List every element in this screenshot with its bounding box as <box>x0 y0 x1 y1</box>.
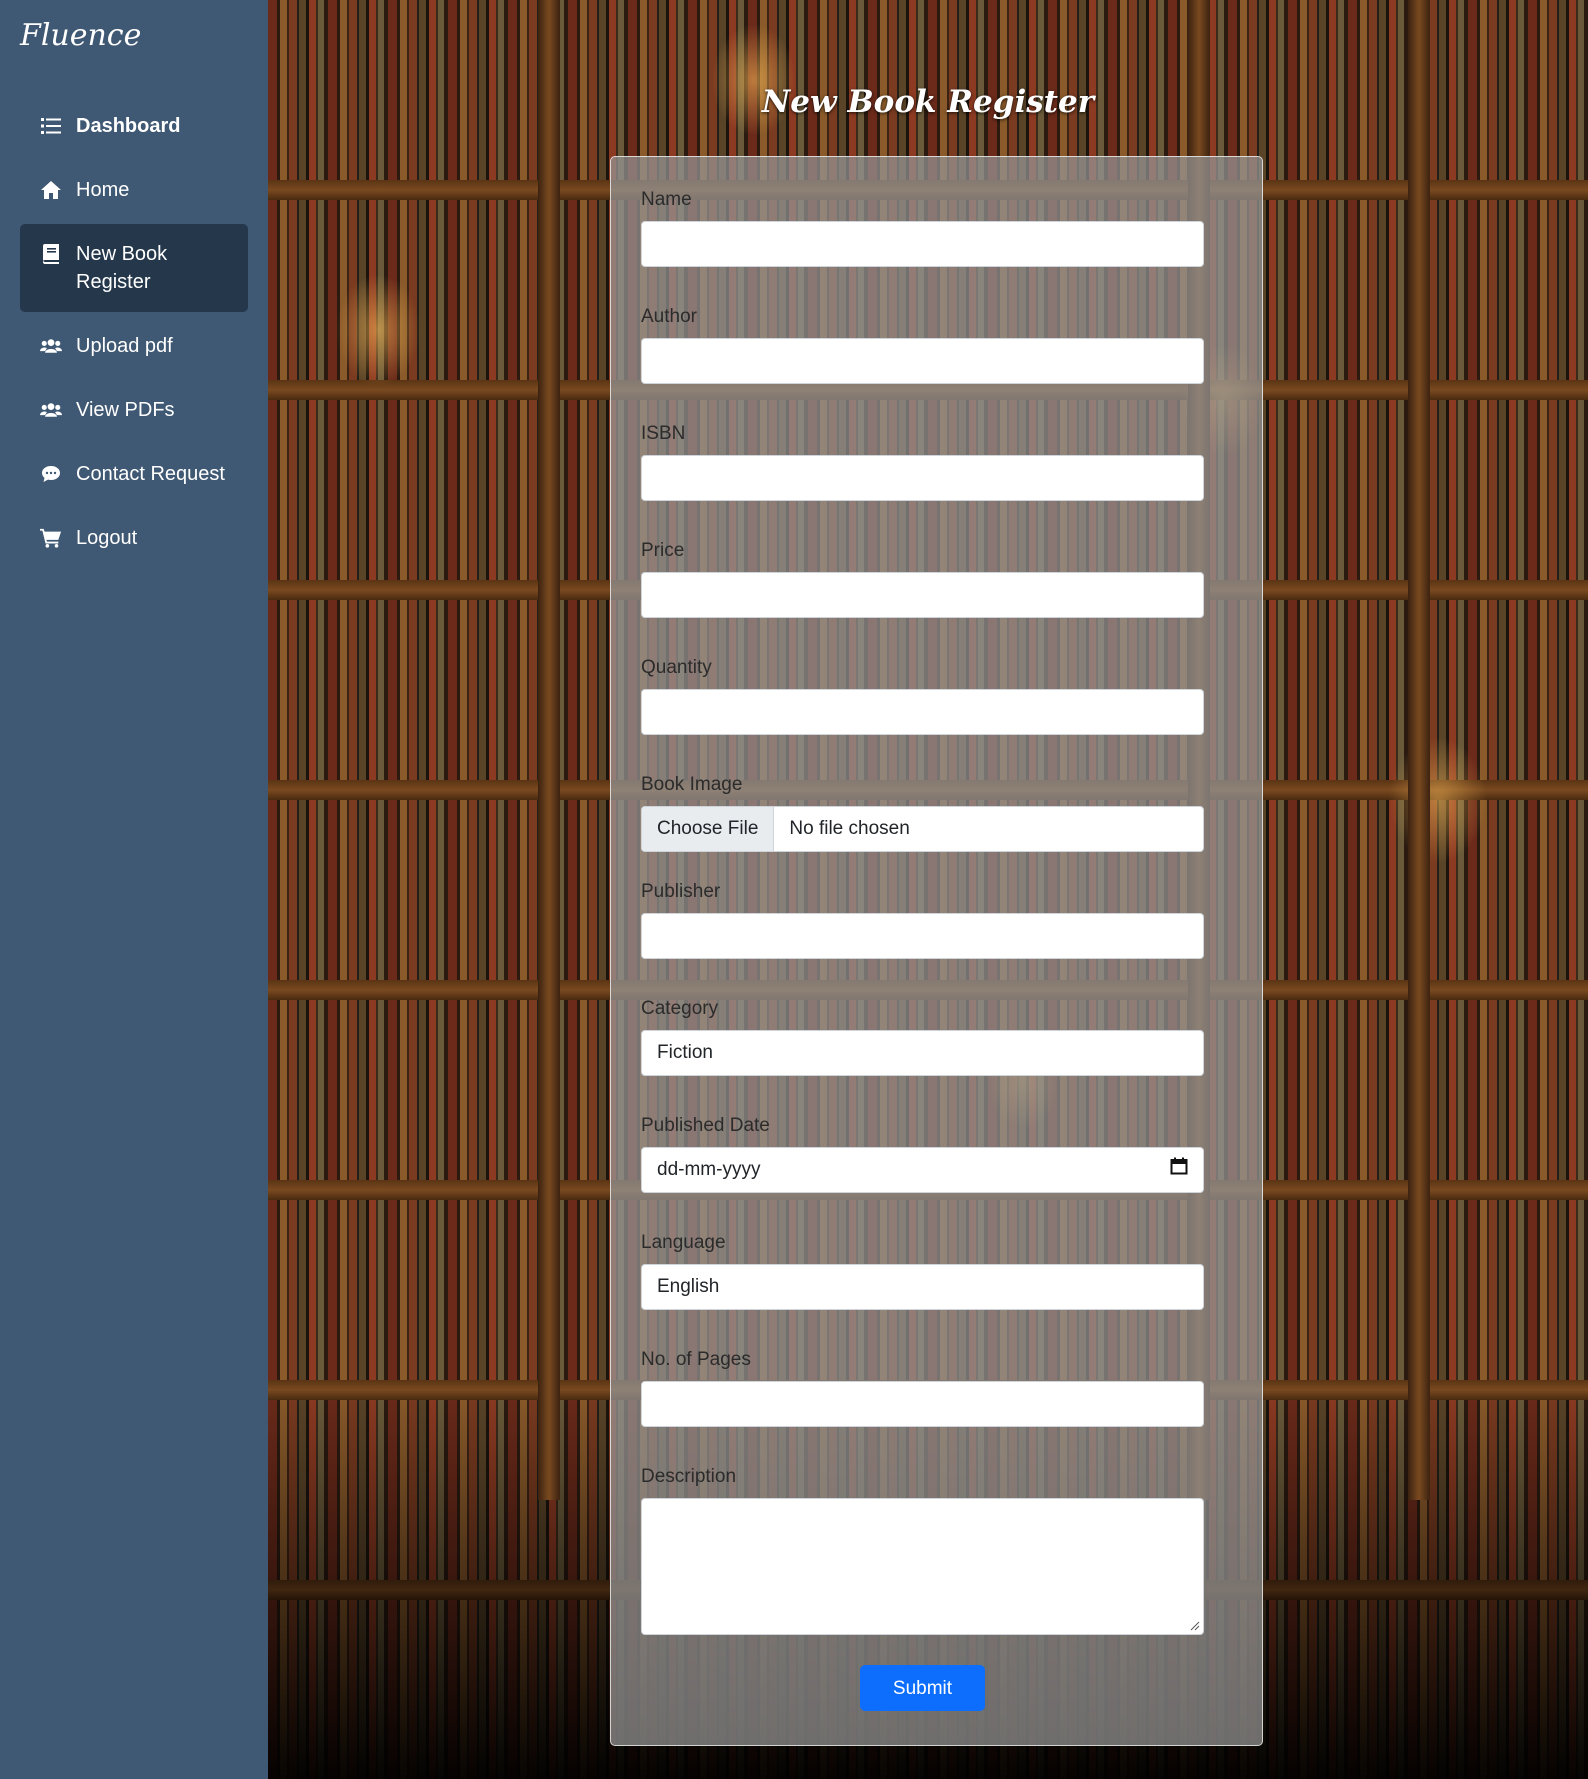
submit-button[interactable]: Submit <box>860 1665 985 1711</box>
main-content: New Book Register Name Author ISBN Price… <box>268 0 1588 1779</box>
publisher-field-group: Publisher <box>641 880 1232 959</box>
description-textarea[interactable] <box>641 1498 1204 1635</box>
price-label: Price <box>641 540 685 561</box>
language-field-group: Language English <box>641 1231 1232 1310</box>
app-window: Fluence Dashboard Home New Book Register… <box>0 0 1588 1779</box>
sidebar-item-dashboard[interactable]: Dashboard <box>20 96 248 156</box>
sidebar-item-label: Logout <box>76 527 138 549</box>
sidebar-item-logout[interactable]: Logout <box>20 508 248 568</box>
background-shelf-post <box>1408 0 1430 1500</box>
publisher-input[interactable] <box>641 913 1204 959</box>
sidebar-item-new-book-register[interactable]: New Book Register <box>20 224 248 312</box>
price-input[interactable] <box>641 572 1204 618</box>
sidebar-item-label: New Book Register <box>76 243 168 293</box>
isbn-input[interactable] <box>641 455 1204 501</box>
sidebar-item-label: View PDFs <box>76 399 175 421</box>
price-field-group: Price <box>641 539 1232 618</box>
book-icon <box>40 240 62 268</box>
sidebar-item-label: Upload pdf <box>76 335 173 357</box>
users-icon <box>40 396 62 424</box>
date-placeholder: dd-mm-yyyy <box>657 1159 761 1180</box>
category-field-group: Category Fiction <box>641 997 1232 1076</box>
comment-icon <box>40 460 62 488</box>
sidebar-item-upload-pdf[interactable]: Upload pdf <box>20 316 248 376</box>
author-input[interactable] <box>641 338 1204 384</box>
quantity-label: Quantity <box>641 657 712 678</box>
pages-label: No. of Pages <box>641 1349 751 1370</box>
sidebar-item-contact-request[interactable]: Contact Request <box>20 444 248 504</box>
resize-handle-icon[interactable] <box>1190 1621 1200 1631</box>
book-register-form: Name Author ISBN Price Quantity Book Ima <box>610 156 1263 1746</box>
sidebar-item-view-pdfs[interactable]: View PDFs <box>20 380 248 440</box>
author-label: Author <box>641 306 697 327</box>
isbn-label: ISBN <box>641 423 686 444</box>
pages-input[interactable] <box>641 1381 1204 1427</box>
users-icon <box>40 332 62 360</box>
author-field-group: Author <box>641 305 1232 384</box>
quantity-field-group: Quantity <box>641 656 1232 735</box>
published-date-input[interactable]: dd-mm-yyyy <box>641 1147 1204 1193</box>
sidebar-nav: Dashboard Home New Book Register Upload … <box>20 96 248 572</box>
category-label: Category <box>641 998 719 1019</box>
description-field-group: Description <box>641 1465 1232 1635</box>
home-icon <box>40 176 62 204</box>
name-input[interactable] <box>641 221 1204 267</box>
brand-logo[interactable]: Fluence <box>20 18 141 53</box>
isbn-field-group: ISBN <box>641 422 1232 501</box>
sidebar-item-label: Contact Request <box>76 463 225 485</box>
choose-file-button[interactable]: Choose File <box>642 807 775 851</box>
calendar-icon[interactable] <box>1170 1148 1188 1192</box>
pages-field-group: No. of Pages <box>641 1348 1232 1427</box>
sidebar-item-home[interactable]: Home <box>20 160 248 220</box>
list-icon <box>40 112 62 140</box>
name-label: Name <box>641 189 692 210</box>
publisher-label: Publisher <box>641 881 721 902</box>
submit-row: Submit <box>641 1665 1204 1711</box>
category-input[interactable]: Fiction <box>641 1030 1204 1076</box>
language-input[interactable]: English <box>641 1264 1204 1310</box>
file-status-text: No file chosen <box>789 818 910 839</box>
description-label: Description <box>641 1466 737 1487</box>
sidebar-item-label: Dashboard <box>76 115 181 137</box>
book-image-label: Book Image <box>641 774 743 795</box>
name-field-group: Name <box>641 188 1232 267</box>
published-date-label: Published Date <box>641 1115 770 1136</box>
sidebar: Fluence Dashboard Home New Book Register… <box>0 0 268 1779</box>
page-title: New Book Register <box>761 84 1095 120</box>
quantity-input[interactable] <box>641 689 1204 735</box>
published-date-field-group: Published Date dd-mm-yyyy <box>641 1114 1232 1193</box>
language-label: Language <box>641 1232 726 1253</box>
sidebar-item-label: Home <box>76 179 130 201</box>
cart-icon <box>40 524 62 552</box>
book-image-file-input[interactable]: Choose File No file chosen <box>641 806 1204 852</box>
background-shelf-post <box>538 0 560 1500</box>
book-image-field-group: Book Image Choose File No file chosen <box>641 773 1232 852</box>
